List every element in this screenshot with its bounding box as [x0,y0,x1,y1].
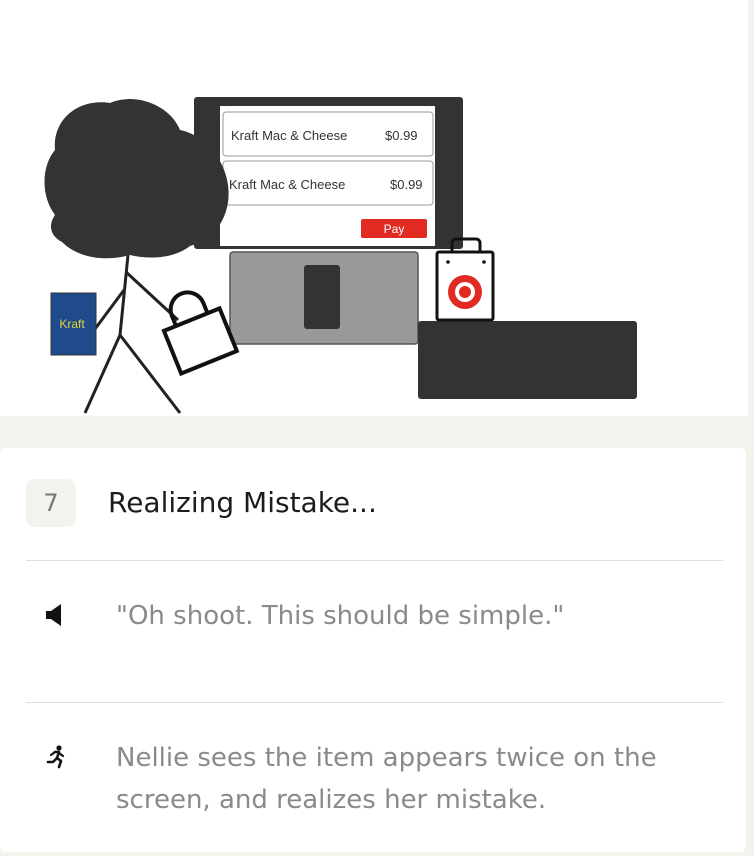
step-title: Realizing Mistake... [108,486,377,519]
dialogue-text: "Oh shoot. This should be simple." [116,601,565,631]
shopping-bag-icon [435,237,495,322]
pay-button-label: Pay [384,222,405,236]
receipt-item-name: Kraft Mac & Cheese [229,177,345,192]
illustration-canvas: Kraft Mac & Cheese $0.99 Kraft Mac & Che… [44,97,637,414]
card-reader [304,265,340,329]
step-number-badge: 7 [26,479,76,527]
step-header: 7 Realizing Mistake... [0,448,746,560]
bagging-counter [418,321,637,399]
divider [26,702,723,703]
running-person-icon [46,745,65,769]
receipt-item-name: Kraft Mac & Cheese [231,128,347,143]
action-text: Nellie sees the item appears twice on th… [116,743,657,815]
receipt-item-price: $0.99 [385,128,418,143]
storyboard-illustration: Kraft Mac & Cheese $0.99 Kraft Mac & Che… [0,0,748,416]
receipt-item-price: $0.99 [390,177,423,192]
kraft-box-label: Kraft [59,317,85,331]
divider [26,560,723,561]
speaker-icon [46,604,61,626]
handbag-icon [161,290,240,377]
step-card: 7 Realizing Mistake... "Oh shoot. This s… [0,448,746,852]
